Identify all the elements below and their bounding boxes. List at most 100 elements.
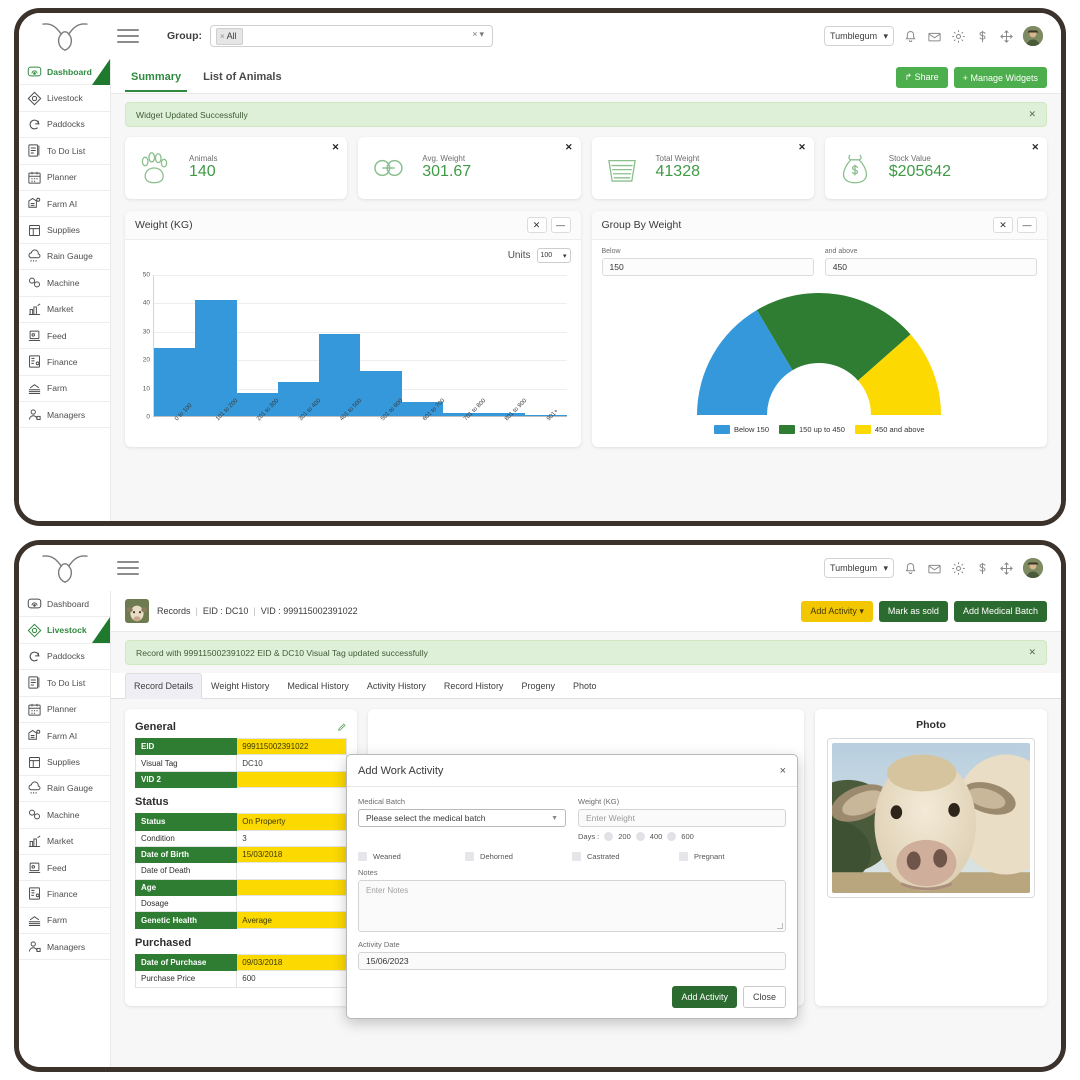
sidebar-item-finance[interactable]: Finance	[19, 881, 110, 908]
add-medical-batch-button[interactable]: Add Medical Batch	[953, 600, 1047, 622]
sidebar-item-rain-gauge[interactable]: Rain Gauge	[19, 776, 110, 803]
days-option-400[interactable]: 400	[650, 832, 663, 841]
sidebar-item-planner[interactable]: Planner	[19, 165, 110, 191]
bar-column[interactable]	[525, 275, 567, 416]
field-value[interactable]: 15/03/2018	[236, 845, 347, 864]
breadcrumb-records[interactable]: Records	[157, 606, 191, 616]
sidebar-item-paddocks[interactable]: Paddocks	[19, 112, 110, 139]
bar-column[interactable]	[195, 275, 237, 416]
field-value[interactable]: Average	[236, 911, 347, 929]
notification-bell-icon[interactable]	[903, 29, 918, 44]
close-icon[interactable]: ×	[780, 765, 786, 777]
legend-item[interactable]: 150 up to 450	[779, 425, 845, 434]
checkbox-dehorned[interactable]: Dehorned	[465, 852, 572, 861]
sidebar-item-feed[interactable]: Feed	[19, 323, 110, 350]
share-button[interactable]: ↱ Share	[895, 67, 948, 88]
manage-widgets-button[interactable]: + Manage Widgets	[953, 67, 1047, 88]
add-activity-submit-button[interactable]: Add Activity	[672, 986, 737, 1008]
tab-summary[interactable]: Summary	[125, 67, 188, 92]
bar-column[interactable]	[319, 275, 361, 416]
close-icon[interactable]: ✕	[798, 142, 806, 153]
sidebar-item-supplies[interactable]: Supplies	[19, 217, 110, 244]
select-controls-icons[interactable]: ×▾	[472, 29, 486, 40]
close-icon[interactable]: ✕	[332, 142, 340, 153]
close-modal-button[interactable]: Close	[742, 986, 786, 1008]
hamburger-menu-icon[interactable]	[117, 561, 139, 575]
weight-input[interactable]: Enter Weight	[578, 809, 786, 827]
alert-close-icon[interactable]: ✕	[1028, 647, 1036, 658]
checkbox-castrated[interactable]: Castrated	[572, 852, 679, 861]
bar-column[interactable]	[277, 275, 319, 416]
sidebar-item-farm[interactable]: Farm	[19, 376, 110, 403]
animal-thumbnail[interactable]	[125, 599, 149, 623]
field-value[interactable]: 600	[236, 970, 347, 988]
bar[interactable]	[442, 413, 484, 416]
kpi-card-avg-weight[interactable]: ✕ Avg. Weight 301.67	[358, 137, 581, 199]
sidebar-item-supplies[interactable]: Supplies	[19, 749, 110, 776]
kpi-card-animals[interactable]: ✕ Animals 140	[125, 137, 348, 199]
sidebar-item-dashboard[interactable]: Dashboard	[19, 59, 110, 86]
bar-column[interactable]	[360, 275, 402, 416]
notes-textarea[interactable]: Enter Notes	[358, 880, 786, 932]
bar-column[interactable]	[236, 275, 278, 416]
activity-date-input[interactable]: 15/06/2023	[358, 952, 786, 970]
user-avatar[interactable]	[1023, 558, 1043, 578]
bar-column[interactable]	[442, 275, 484, 416]
sidebar-item-farm-ai[interactable]: Farm AI	[19, 191, 110, 218]
alert-close-icon[interactable]: ✕	[1028, 109, 1036, 120]
checkbox-pregnant[interactable]: Pregnant	[679, 852, 786, 861]
bar[interactable]	[195, 300, 237, 416]
org-selector[interactable]: Tumblegum ▾	[824, 558, 894, 578]
add-activity-button[interactable]: Add Activity ▾	[801, 600, 873, 622]
legend-item[interactable]: Below 150	[713, 425, 769, 434]
close-icon[interactable]: ✕	[565, 142, 573, 153]
pencil-edit-icon[interactable]	[337, 722, 347, 732]
radio-200-icon[interactable]	[604, 832, 614, 841]
below-input[interactable]: 150	[601, 258, 814, 276]
app-logo[interactable]	[19, 19, 111, 53]
mail-icon[interactable]	[927, 561, 942, 576]
sidebar-item-planner[interactable]: Planner	[19, 697, 110, 723]
radio-400-icon[interactable]	[635, 832, 645, 841]
radio-600-icon[interactable]	[667, 832, 677, 841]
field-value[interactable]	[236, 770, 347, 789]
bar-column[interactable]	[401, 275, 443, 416]
sidebar-item-to-do-list[interactable]: To Do List	[19, 670, 110, 697]
sidebar-item-dashboard[interactable]: Dashboard	[19, 591, 110, 618]
above-input[interactable]: 450	[824, 258, 1037, 276]
sidebar-item-livestock[interactable]: Livestock	[19, 617, 110, 644]
minimize-icon[interactable]: —	[550, 217, 571, 233]
sidebar-item-market[interactable]: Market	[19, 829, 110, 855]
kpi-card-total-weight[interactable]: ✕ Total Weight 41328	[591, 137, 814, 199]
units-select[interactable]: 100 ▾	[536, 248, 571, 263]
user-avatar[interactable]	[1023, 26, 1043, 46]
days-option-200[interactable]: 200	[618, 832, 631, 841]
tab-record-details[interactable]: Record Details	[125, 673, 203, 699]
minimize-icon[interactable]: —	[1017, 217, 1037, 233]
dollar-icon[interactable]	[975, 29, 990, 44]
bar[interactable]	[525, 415, 567, 416]
field-value[interactable]	[236, 878, 347, 897]
sidebar-item-farm-ai[interactable]: Farm AI	[19, 723, 110, 750]
settings-gear-icon[interactable]	[951, 561, 966, 576]
app-logo[interactable]	[19, 551, 111, 585]
notification-bell-icon[interactable]	[903, 561, 918, 576]
settings-gear-icon[interactable]	[951, 29, 966, 44]
sidebar-item-machine[interactable]: Machine	[19, 802, 110, 829]
bar-column[interactable]	[154, 275, 196, 416]
sidebar-item-machine[interactable]: Machine	[19, 270, 110, 297]
group-tag-all[interactable]: × All	[216, 27, 243, 45]
close-icon[interactable]: ✕	[993, 217, 1013, 233]
tab-photo[interactable]: Photo	[564, 673, 606, 699]
medical-batch-select[interactable]: Please select the medical batch ▼	[358, 809, 566, 827]
kpi-card-stock-value[interactable]: ✕ Stock Value $205642	[824, 137, 1047, 199]
tab-list-of-animals[interactable]: List of Animals	[197, 67, 287, 90]
field-value[interactable]: 09/03/2018	[236, 953, 347, 972]
mail-icon[interactable]	[927, 29, 942, 44]
sidebar-item-feed[interactable]: Feed	[19, 855, 110, 882]
field-value[interactable]	[236, 894, 347, 913]
sidebar-item-market[interactable]: Market	[19, 297, 110, 323]
group-filter-select[interactable]: × All ×▾	[210, 25, 493, 47]
field-value[interactable]: 3	[236, 829, 347, 847]
tab-progeny[interactable]: Progeny	[512, 673, 564, 699]
